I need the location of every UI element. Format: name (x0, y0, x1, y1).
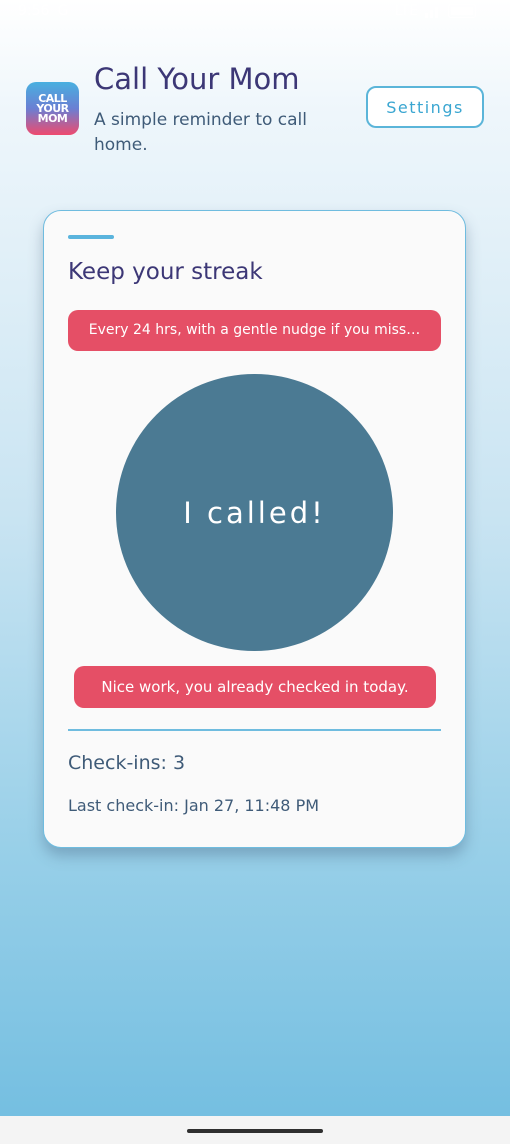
checkins-count: Check-ins: 3 (68, 752, 186, 774)
settings-button[interactable]: Settings (366, 86, 484, 128)
last-checkin: Last check-in: Jan 27, 11:48 PM (68, 796, 320, 815)
status-message-badge: Nice work, you already checked in today. (74, 666, 436, 708)
system-nav-bar (0, 1116, 510, 1144)
card-divider (68, 729, 441, 731)
home-indicator[interactable] (187, 1129, 323, 1133)
status-time: 9:56 (18, 3, 50, 19)
app-subtitle: A simple reminder to call home. (94, 110, 308, 155)
app-logo-icon: CALL YOUR MOM (26, 82, 79, 135)
card-title: Keep your streak (68, 259, 263, 285)
cell-signal-icon (424, 4, 442, 18)
i-called-button[interactable]: I called! (116, 374, 393, 651)
google-g-icon: G (57, 3, 69, 19)
streak-card: Keep your streak Every 24 hrs, with a ge… (43, 210, 466, 848)
app-title: Call Your Mom (94, 62, 300, 96)
status-bar: 9:56 G LTE (0, 0, 510, 26)
network-type: LTE (394, 3, 418, 19)
battery-icon (448, 4, 476, 18)
status-bar-right: LTE (395, 3, 476, 19)
logo-line-mom: MOM (37, 111, 68, 125)
status-bar-left: 9:56 G (18, 3, 68, 19)
card-accent-bar (68, 235, 114, 239)
app-header: CALL YOUR MOM Call Your Mom A simple rem… (26, 62, 484, 162)
frequency-badge: Every 24 hrs, with a gentle nudge if you… (68, 310, 441, 351)
